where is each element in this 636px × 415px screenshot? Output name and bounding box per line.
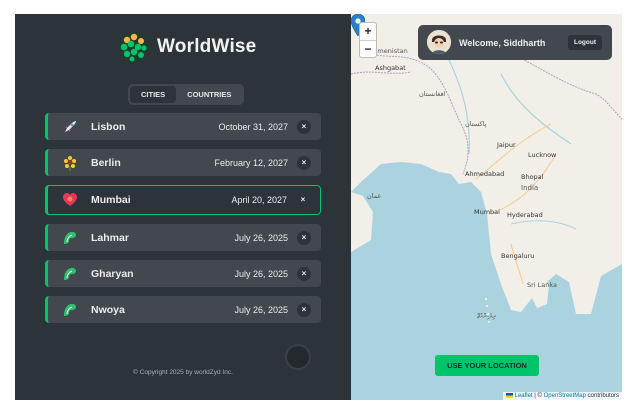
delete-city-button[interactable]: × [297,119,311,134]
sunflower-icon [62,155,78,171]
city-date: July 26, 2025 [234,232,288,243]
map-label-lucknow: Lucknow [528,151,557,159]
city-date: July 26, 2025 [234,268,288,279]
leaflet-link[interactable]: Leaflet [515,393,533,399]
delete-city-button[interactable]: × [297,155,311,170]
zoom-in-button[interactable]: + [360,23,376,40]
delete-city-button[interactable]: × [297,302,311,317]
copyright: © Copyright 2025 by worldZyd Inc. [133,369,233,376]
city-date: February 12, 2027 [214,157,288,168]
city-item[interactable]: Mumbai April 20, 2027 × [45,185,321,215]
rocket-icon [62,119,78,135]
delete-city-button[interactable]: × [297,230,311,245]
city-name: Gharyan [91,267,134,280]
city-item[interactable]: Lisbon October 31, 2027 × [45,113,321,140]
city-list: Lisbon October 31, 2027 × Berlin February 12… [45,113,321,332]
map-label-jaipur: Jaipur [497,141,516,149]
tab-countries[interactable]: Countries [176,86,242,103]
brand-name: WorldWise [157,36,257,57]
flag-icon [62,302,78,318]
city-date: October 31, 2027 [218,121,288,132]
map-label-afghanistan: افغانستان [419,90,446,98]
city-name: Berlin [91,156,121,169]
city-name: Lahmar [91,231,129,244]
map-label-hyderabad: Hyderabad [507,211,543,219]
map-label-maldives: ދިވެހިރާއްޖޭ [477,312,496,320]
city-name: Nwoya [91,303,125,316]
heart-icon [62,192,78,208]
city-item[interactable]: Lahmar July 26, 2025 × [45,224,321,251]
map-label-ahmedabad: Ahmedabad [465,170,505,178]
sidebar: WorldWise Cities Countries Lisbon October… [15,14,351,400]
map[interactable]: rkmenistan Ashgabat افغانستان پاکستان Ja… [351,14,622,400]
city-item[interactable]: Gharyan July 26, 2025 × [45,260,321,287]
map-label-bengaluru: Bengaluru [501,252,535,260]
logout-button[interactable]: Logout [567,35,602,50]
loading-spinner [285,344,311,370]
zoom-control: + − [359,22,377,58]
map-label-ashgabat: Ashgabat [375,64,406,72]
city-item[interactable]: Berlin February 12, 2027 × [45,149,321,176]
app: WorldWise Cities Countries Lisbon October… [15,14,622,400]
map-label-bhopal: Bhopal [521,173,544,181]
map-label-pakistan: پاکستان [465,120,487,128]
ukraine-flag-icon [505,392,513,398]
delete-city-button[interactable]: × [296,193,310,207]
avatar-portrait-icon [427,30,451,54]
map-label-sri-lanka: Sri Lanka [527,281,558,289]
city-name: Mumbai [91,194,131,206]
globe-logo-icon [118,32,148,62]
user-panel: Welcome, Siddharth Logout [418,25,612,60]
delete-city-button[interactable]: × [297,266,311,281]
attribution-contributors: contributors [585,393,619,399]
tab-cities[interactable]: Cities [130,86,177,103]
city-name: Lisbon [91,120,126,133]
map-label-india: India [521,184,539,192]
logo[interactable]: WorldWise [117,31,256,63]
city-date: July 26, 2025 [234,304,288,315]
welcome-text: Welcome, Siddharth [459,37,546,48]
city-date: April 20, 2027 [231,195,287,205]
osm-link[interactable]: OpenStreetMap [544,393,586,399]
flag-icon [62,266,78,282]
avatar [427,30,451,54]
map-label-oman: عمان [367,192,382,200]
map-attribution: Leaflet | © OpenStreetMap contributors [502,391,622,400]
map-label-mumbai: Mumbai [474,208,500,216]
flag-icon [62,230,78,246]
zoom-out-button[interactable]: − [360,40,376,57]
tab-bar: Cities Countries [128,84,245,105]
city-item[interactable]: Nwoya July 26, 2025 × [45,296,321,323]
attribution-sep: | © [532,393,544,399]
use-location-button[interactable]: Use your location [435,355,539,376]
